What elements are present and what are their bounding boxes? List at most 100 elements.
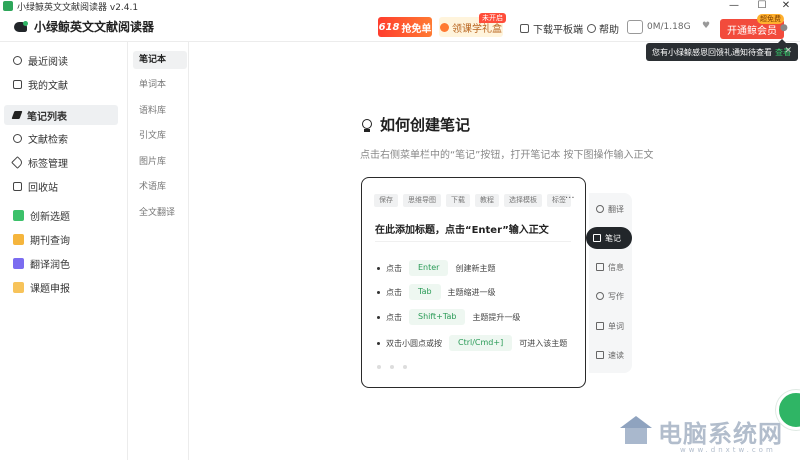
sidebar-item-label: 翻译润色 bbox=[30, 259, 70, 271]
promo-618-number: 618 bbox=[378, 21, 400, 33]
notes-subnav: 笔记本 单词本 语料库 引文库 图片库 术语库 全文翻译 bbox=[129, 42, 189, 460]
sidebar-item-notes[interactable]: 笔记列表 bbox=[4, 105, 118, 125]
top-app-bar: 小绿鲸英文文献阅读器 618 抢免单 领课学礼盒 未开启 下载平板端 帮助 0M… bbox=[0, 12, 800, 42]
sidebar-item-label: 标签管理 bbox=[28, 158, 68, 170]
subnav-notebook[interactable]: 笔记本 bbox=[133, 51, 187, 69]
bullet-icon bbox=[377, 266, 380, 270]
sidebar-item-label: 我的文献 bbox=[28, 80, 68, 92]
notification-close-icon[interactable]: ✕ bbox=[784, 46, 792, 56]
toolbar-label: 速读 bbox=[608, 350, 624, 360]
save-chip: 保存 bbox=[374, 194, 398, 207]
notification-tooltip: 您有小绿鲸感恩回馈礼通知待查看 查看 ✕ bbox=[646, 39, 798, 61]
page-title-row: 如何创建笔记 bbox=[360, 114, 470, 135]
key-hint: Ctrl/Cmd+] bbox=[449, 335, 513, 351]
tutorial-chip: 教程 bbox=[475, 194, 499, 207]
sidebar-item-label: 创新选题 bbox=[30, 211, 70, 223]
notification-bell-icon[interactable]: ● bbox=[780, 23, 790, 33]
toolbar-label: 信息 bbox=[608, 262, 624, 272]
translate-icon bbox=[596, 205, 604, 213]
document-icon bbox=[13, 79, 22, 89]
write-icon bbox=[596, 292, 604, 300]
divider bbox=[375, 241, 571, 242]
subnav-full-translation[interactable]: 全文翻译 bbox=[133, 204, 187, 222]
key-hint: Enter bbox=[409, 260, 449, 276]
hint-prefix: 双击小圆点或按 bbox=[386, 338, 442, 348]
promo-618-text: 抢免单 bbox=[401, 23, 432, 35]
sidebar-item-innovation[interactable]: 创新选题 bbox=[4, 205, 118, 225]
toolbar-label: 写作 bbox=[608, 291, 624, 301]
translate-icon bbox=[13, 257, 24, 269]
sidebar-item-my-papers[interactable]: 我的文献 bbox=[4, 74, 118, 94]
project-icon bbox=[13, 281, 24, 293]
download-pad-button[interactable]: 下载平板端 bbox=[520, 21, 583, 36]
speed-read-icon bbox=[596, 351, 604, 359]
page-title: 如何创建笔记 bbox=[380, 116, 471, 134]
sidebar-item-search[interactable]: 文献检索 bbox=[4, 128, 118, 148]
storage-usage: 0M/1.18G bbox=[647, 22, 691, 32]
watermark-text: 电脑系统网 bbox=[658, 420, 783, 448]
toolbar-words[interactable]: 单词 bbox=[589, 315, 632, 337]
minimize-button[interactable]: — bbox=[720, 0, 748, 12]
sidebar-item-recent[interactable]: 最近阅读 bbox=[4, 50, 118, 70]
subnav-images[interactable]: 图片库 bbox=[133, 153, 187, 171]
cloud-storage-icon bbox=[627, 20, 643, 34]
sidebar-item-project[interactable]: 课题申报 bbox=[4, 277, 118, 297]
hint-action: 主题提升一级 bbox=[472, 312, 521, 322]
bullet-icon bbox=[377, 315, 380, 319]
note-demo-card: 保存 思维导图 下载 教程 选择模板 标签 ··· 在此添加标题，点击“Ente… bbox=[361, 177, 586, 388]
favorite-icon[interactable]: ♥ bbox=[702, 21, 710, 31]
sidebar-item-label: 期刊查询 bbox=[30, 235, 70, 247]
sidebar-item-tags[interactable]: 标签管理 bbox=[4, 152, 118, 172]
key-hint: Tab bbox=[409, 284, 441, 300]
toolbar-label: 翻译 bbox=[608, 204, 624, 214]
promo-618-button[interactable]: 618 抢免单 bbox=[378, 17, 432, 37]
page-subtitle: 点击右侧菜单栏中的“笔记”按钮，打开笔记本 按下图操作输入正文 bbox=[360, 150, 654, 161]
close-window-button[interactable]: ✕ bbox=[772, 0, 800, 12]
toolbar-write[interactable]: 写作 bbox=[589, 285, 632, 307]
toolbar-notes[interactable]: 笔记 bbox=[586, 227, 632, 249]
sidebar-item-trash[interactable]: 回收站 bbox=[4, 176, 118, 196]
subnav-terms[interactable]: 术语库 bbox=[133, 178, 187, 196]
more-icon: ··· bbox=[565, 193, 575, 204]
key-hint: Shift+Tab bbox=[409, 309, 466, 325]
info-icon bbox=[596, 263, 604, 271]
subnav-corpus[interactable]: 语料库 bbox=[133, 102, 187, 120]
word-icon bbox=[596, 322, 604, 330]
pagination-dots bbox=[377, 365, 407, 369]
site-watermark: 电脑系统网 www.dnxtw.com bbox=[618, 412, 800, 460]
house-logo-icon bbox=[618, 412, 654, 448]
journal-icon bbox=[13, 233, 24, 245]
subnav-wordbook[interactable]: 单词本 bbox=[133, 76, 187, 94]
help-button[interactable]: 帮助 bbox=[587, 21, 619, 36]
hint-prefix: 点击 bbox=[386, 312, 402, 322]
window-title-bar: 小绿鲸英文文献阅读器 v2.4.1 — ☐ ✕ bbox=[0, 0, 800, 13]
toolbar-translate[interactable]: 翻译 bbox=[589, 198, 632, 220]
idea-icon bbox=[13, 209, 24, 221]
hint-action: 可进入该主题 bbox=[519, 338, 568, 348]
tablet-icon bbox=[520, 23, 529, 33]
pen-icon bbox=[11, 111, 23, 119]
mindmap-chip: 思维导图 bbox=[403, 194, 441, 207]
left-sidebar: 最近阅读 我的文献 笔记列表 文献检索 标签管理 回收站 创新选题 期刊查询 翻… bbox=[0, 42, 128, 460]
sidebar-item-journal[interactable]: 期刊查询 bbox=[4, 229, 118, 249]
toolbar-info[interactable]: 信息 bbox=[589, 256, 632, 278]
subnav-citations[interactable]: 引文库 bbox=[133, 127, 187, 145]
bullet-icon bbox=[377, 341, 380, 345]
list-item: 双击小圆点或按 Ctrl/Cmd+] 可进入该主题 bbox=[377, 335, 567, 351]
sidebar-item-label: 回收站 bbox=[28, 182, 58, 194]
help-label: 帮助 bbox=[599, 24, 619, 36]
lightbulb-icon bbox=[360, 117, 374, 133]
list-item: 点击 Enter 创建新主题 bbox=[377, 260, 495, 276]
bullet-icon bbox=[377, 290, 380, 294]
watermark-url: www.dnxtw.com bbox=[680, 446, 776, 454]
sidebar-item-translate[interactable]: 翻译润色 bbox=[4, 253, 118, 273]
note-title-hint: 在此添加标题，点击“Enter”输入正文 bbox=[375, 225, 549, 236]
note-icon bbox=[593, 234, 601, 242]
download-chip: 下载 bbox=[446, 194, 470, 207]
toolbar-speed-read[interactable]: 速读 bbox=[589, 344, 632, 366]
right-toolbar: 翻译 笔记 信息 写作 单词 速读 bbox=[586, 193, 632, 373]
hint-prefix: 点击 bbox=[386, 263, 402, 273]
list-item: 点击 Tab 主题缩进一级 bbox=[377, 284, 496, 300]
list-item: 点击 Shift+Tab 主题提升一级 bbox=[377, 309, 520, 325]
app-icon bbox=[3, 1, 13, 11]
